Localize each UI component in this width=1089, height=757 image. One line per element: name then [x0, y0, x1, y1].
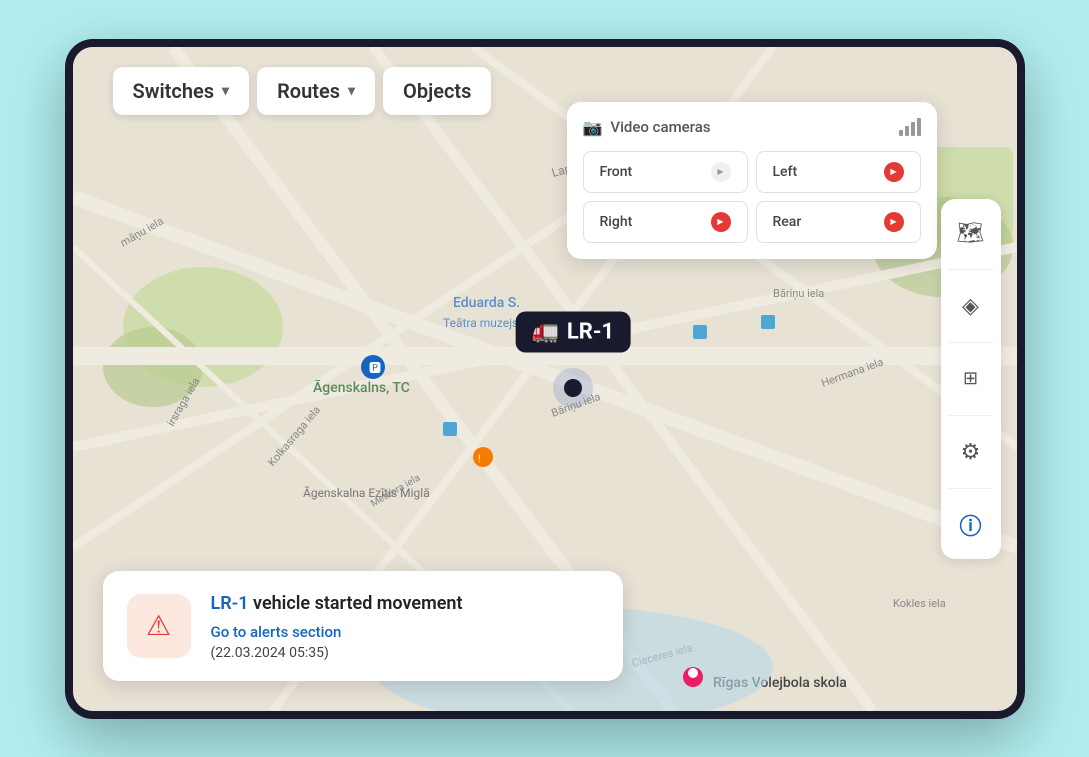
vehicle-id-label: LR-1 [567, 320, 614, 345]
vehicle-dot [553, 368, 593, 408]
front-play-icon[interactable]: ▶ [711, 162, 731, 182]
svg-text:!: ! [478, 454, 481, 465]
rear-camera-button[interactable]: Rear ▶ [756, 201, 921, 243]
alert-title-text: vehicle started movement [249, 593, 463, 614]
toolbar-divider-1 [949, 269, 993, 270]
tracking-icon: ⊞ [963, 368, 978, 389]
svg-text:Teātra muzejs: Teātra muzejs [443, 316, 518, 330]
camera-icon: 📷 [583, 118, 603, 137]
right-camera-button[interactable]: Right ▶ [583, 201, 748, 243]
toolbar-divider-3 [949, 415, 993, 416]
info-button[interactable]: ⓘ [949, 503, 993, 547]
video-panel: 📷 Video cameras Front ▶ Left ▶ [567, 102, 937, 259]
vehicle-dot-outer [553, 368, 593, 408]
alert-content: LR-1 vehicle started movement Go to aler… [211, 591, 463, 660]
video-panel-title-text: Video cameras [610, 118, 710, 136]
rear-play-icon[interactable]: ▶ [884, 212, 904, 232]
toolbar-divider-4 [949, 488, 993, 489]
right-toolbar: 🗺 ◈ ⊞ ⚙ ⓘ [941, 199, 1001, 559]
front-camera-button[interactable]: Front ▶ [583, 151, 748, 193]
layers-button[interactable]: ◈ [949, 284, 993, 328]
right-play-icon[interactable]: ▶ [711, 212, 731, 232]
video-panel-title: 📷 Video cameras [583, 118, 711, 137]
left-camera-label: Left [773, 164, 798, 180]
routes-label: Routes [277, 79, 340, 103]
info-icon: ⓘ [959, 509, 981, 541]
svg-text:Āgenskalns, TC: Āgenskalns, TC [313, 379, 410, 396]
layers-icon: ◈ [962, 293, 979, 319]
map-container: Lapu iela māņu iela Bāriņu iela Hermana … [73, 47, 1017, 711]
objects-label: Objects [403, 79, 471, 103]
front-camera-label: Front [600, 164, 633, 180]
toolbar-divider-2 [949, 342, 993, 343]
routes-chevron: ▾ [348, 83, 355, 99]
tracking-button[interactable]: ⊞ [949, 357, 993, 401]
alert-card: ⚠ LR-1 vehicle started movement Go to al… [103, 571, 623, 680]
alert-vehicle-id: LR-1 [211, 593, 249, 614]
top-navbar: Switches ▾ Routes ▾ Objects [113, 67, 492, 115]
alert-title: LR-1 vehicle started movement [211, 591, 463, 616]
left-camera-button[interactable]: Left ▶ [756, 151, 921, 193]
device-frame: Lapu iela māņu iela Bāriņu iela Hermana … [65, 39, 1025, 719]
gear-icon: ⚙ [961, 439, 981, 465]
warning-icon: ⚠ [146, 609, 171, 642]
map-view-button[interactable]: 🗺 [949, 211, 993, 255]
vehicle-dot-inner [564, 379, 582, 397]
vehicle-icon: 🚛 [531, 320, 558, 345]
left-play-icon[interactable]: ▶ [884, 162, 904, 182]
right-camera-label: Right [600, 214, 633, 230]
switches-chevron: ▾ [222, 83, 229, 99]
switches-label: Switches [133, 79, 215, 103]
alert-link[interactable]: Go to alerts section [211, 623, 463, 641]
svg-text:Āgenskalna Ezītis Miglā: Āgenskalna Ezītis Miglā [303, 486, 430, 500]
signal-icon [899, 118, 921, 136]
video-grid: Front ▶ Left ▶ Right ▶ Rear ▶ [583, 151, 921, 243]
rear-camera-label: Rear [773, 214, 802, 230]
objects-menu[interactable]: Objects [383, 67, 491, 115]
svg-text:Eduarda S.: Eduarda S. [453, 295, 520, 311]
video-panel-header: 📷 Video cameras [583, 118, 921, 137]
map-icon: 🗺 [957, 220, 985, 246]
svg-text:Kokles iela: Kokles iela [893, 597, 946, 610]
routes-menu[interactable]: Routes ▾ [257, 67, 375, 115]
svg-text:Bāriņu iela: Bāriņu iela [773, 287, 824, 300]
alert-timestamp: (22.03.2024 05:35) [211, 645, 463, 661]
vehicle-label: 🚛 LR-1 [515, 312, 630, 353]
settings-button[interactable]: ⚙ [949, 430, 993, 474]
alert-icon-box: ⚠ [127, 594, 191, 658]
switches-menu[interactable]: Switches ▾ [113, 67, 250, 115]
svg-text:🅿: 🅿 [369, 361, 381, 375]
